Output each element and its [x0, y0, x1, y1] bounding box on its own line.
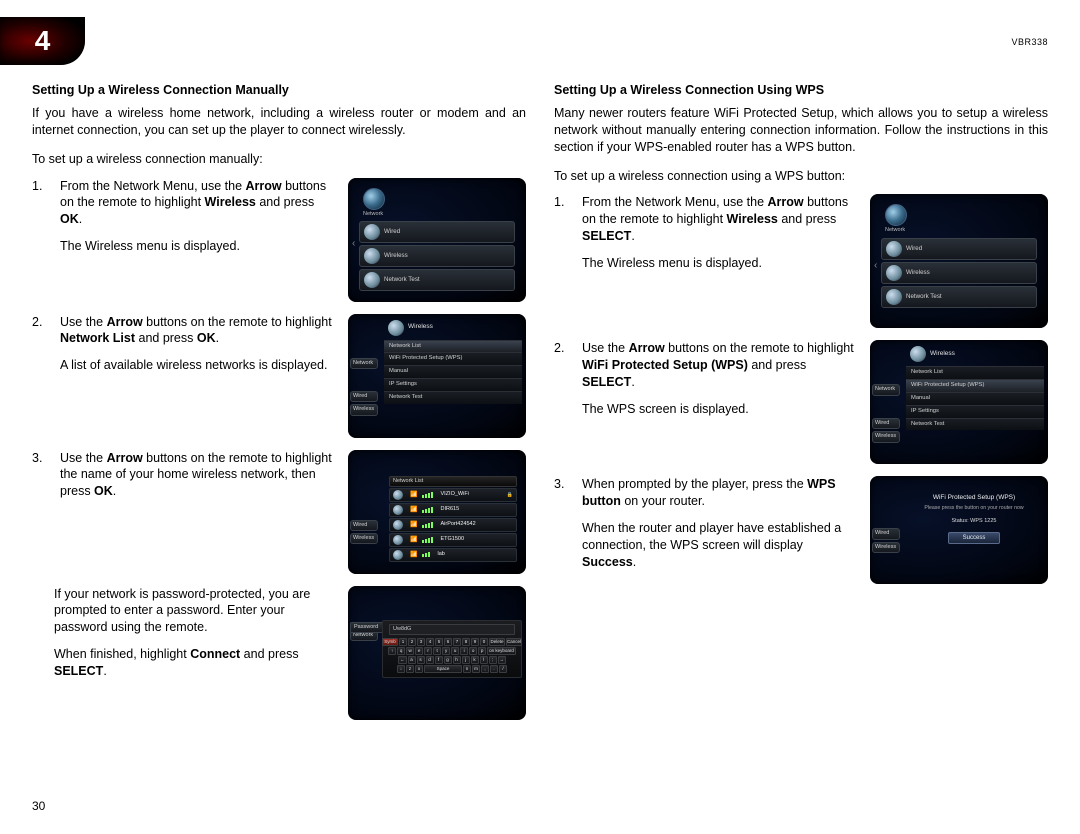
globe-icon	[364, 248, 380, 264]
screenshot-network-menu: Network Wired Wireless Network Test ‹	[348, 178, 526, 302]
wifi-icon: 📶	[410, 506, 417, 514]
step-number	[554, 476, 570, 493]
page-number: 30	[32, 798, 45, 814]
step-text: Use the Arrow buttons on the remote to h…	[582, 340, 858, 428]
step-text: Use the Arrow buttons on the remote to h…	[60, 450, 336, 511]
globe-icon	[393, 535, 403, 545]
globe-icon	[886, 289, 902, 305]
globe-icon	[393, 550, 403, 560]
intro-wps: Many newer routers feature WiFi Protecte…	[554, 105, 1048, 156]
globe-icon	[885, 204, 907, 226]
section-title-manual: Setting Up a Wireless Connection Manuall…	[32, 82, 526, 99]
globe-icon	[886, 265, 902, 281]
chevron-left-icon: ‹	[352, 237, 355, 251]
step-2: Use the Arrow buttons on the remote to h…	[32, 314, 526, 438]
step-text: When prompted by the player, press the W…	[582, 476, 858, 580]
step-text: From the Network Menu, use the Arrow but…	[60, 178, 336, 266]
step-number	[32, 178, 48, 195]
step-text: Use the Arrow buttons on the remote to h…	[60, 314, 336, 385]
right-column: Setting Up a Wireless Connection Using W…	[554, 82, 1048, 788]
step-1: From the Network Menu, use the Arrow but…	[32, 178, 526, 302]
screenshot-network-menu: Network Wired Wireless Network Test ‹	[870, 194, 1048, 328]
step-2: Use the Arrow buttons on the remote to h…	[554, 340, 1048, 464]
globe-icon	[393, 490, 403, 500]
model-number: VBR338	[1011, 36, 1048, 48]
lock-icon: 🔒	[507, 492, 513, 499]
globe-icon	[364, 272, 380, 288]
step-number	[554, 194, 570, 211]
globe-icon	[886, 241, 902, 257]
chapter-number: 4	[35, 22, 51, 60]
step-number	[32, 314, 48, 331]
steps-wps: From the Network Menu, use the Arrow but…	[554, 194, 1048, 584]
globe-icon	[393, 505, 403, 515]
step-text: From the Network Menu, use the Arrow but…	[582, 194, 858, 282]
globe-icon	[393, 520, 403, 530]
section-title-wps: Setting Up a Wireless Connection Using W…	[554, 82, 1048, 99]
globe-icon	[364, 224, 380, 240]
step-3: When prompted by the player, press the W…	[554, 476, 1048, 584]
step-3: Use the Arrow buttons on the remote to h…	[32, 450, 526, 574]
step-password: If your network is password-protected, y…	[54, 586, 526, 720]
step-1: From the Network Menu, use the Arrow but…	[554, 194, 1048, 328]
screenshot-wps-success: Wired Wireless WiFi Protected Setup (WPS…	[870, 476, 1048, 584]
content-columns: Setting Up a Wireless Connection Manuall…	[32, 82, 1048, 788]
globe-icon	[363, 188, 385, 210]
steps-manual: From the Network Menu, use the Arrow but…	[32, 178, 526, 574]
chapter-tab: 4	[0, 17, 85, 65]
screenshot-wireless-menu: Network Wired Wireless Wireless Network …	[870, 340, 1048, 464]
left-column: Setting Up a Wireless Connection Manuall…	[32, 82, 526, 788]
wifi-icon: 📶	[410, 536, 417, 544]
screenshot-wireless-menu: Network Wired Wireless Wireless Network …	[348, 314, 526, 438]
screenshot-keyboard: Network Password Uw8dG Symb 1234567890 D…	[348, 586, 526, 720]
wifi-icon: 📶	[410, 551, 417, 559]
intro-manual: If you have a wireless home network, inc…	[32, 105, 526, 139]
lead-wps: To set up a wireless connection using a …	[554, 168, 1048, 185]
globe-icon	[910, 346, 926, 362]
chevron-left-icon: ‹	[874, 259, 877, 273]
step-number	[554, 340, 570, 357]
wifi-icon: 📶	[410, 521, 417, 529]
wifi-icon: 📶	[410, 491, 417, 499]
lead-manual: To set up a wireless connection manually…	[32, 151, 526, 168]
step-number	[32, 450, 48, 467]
screenshot-network-list: Wired Wireless Network List 📶VIZIO_WiFi🔒…	[348, 450, 526, 574]
success-button: Success	[948, 532, 1001, 544]
globe-icon	[388, 320, 404, 336]
